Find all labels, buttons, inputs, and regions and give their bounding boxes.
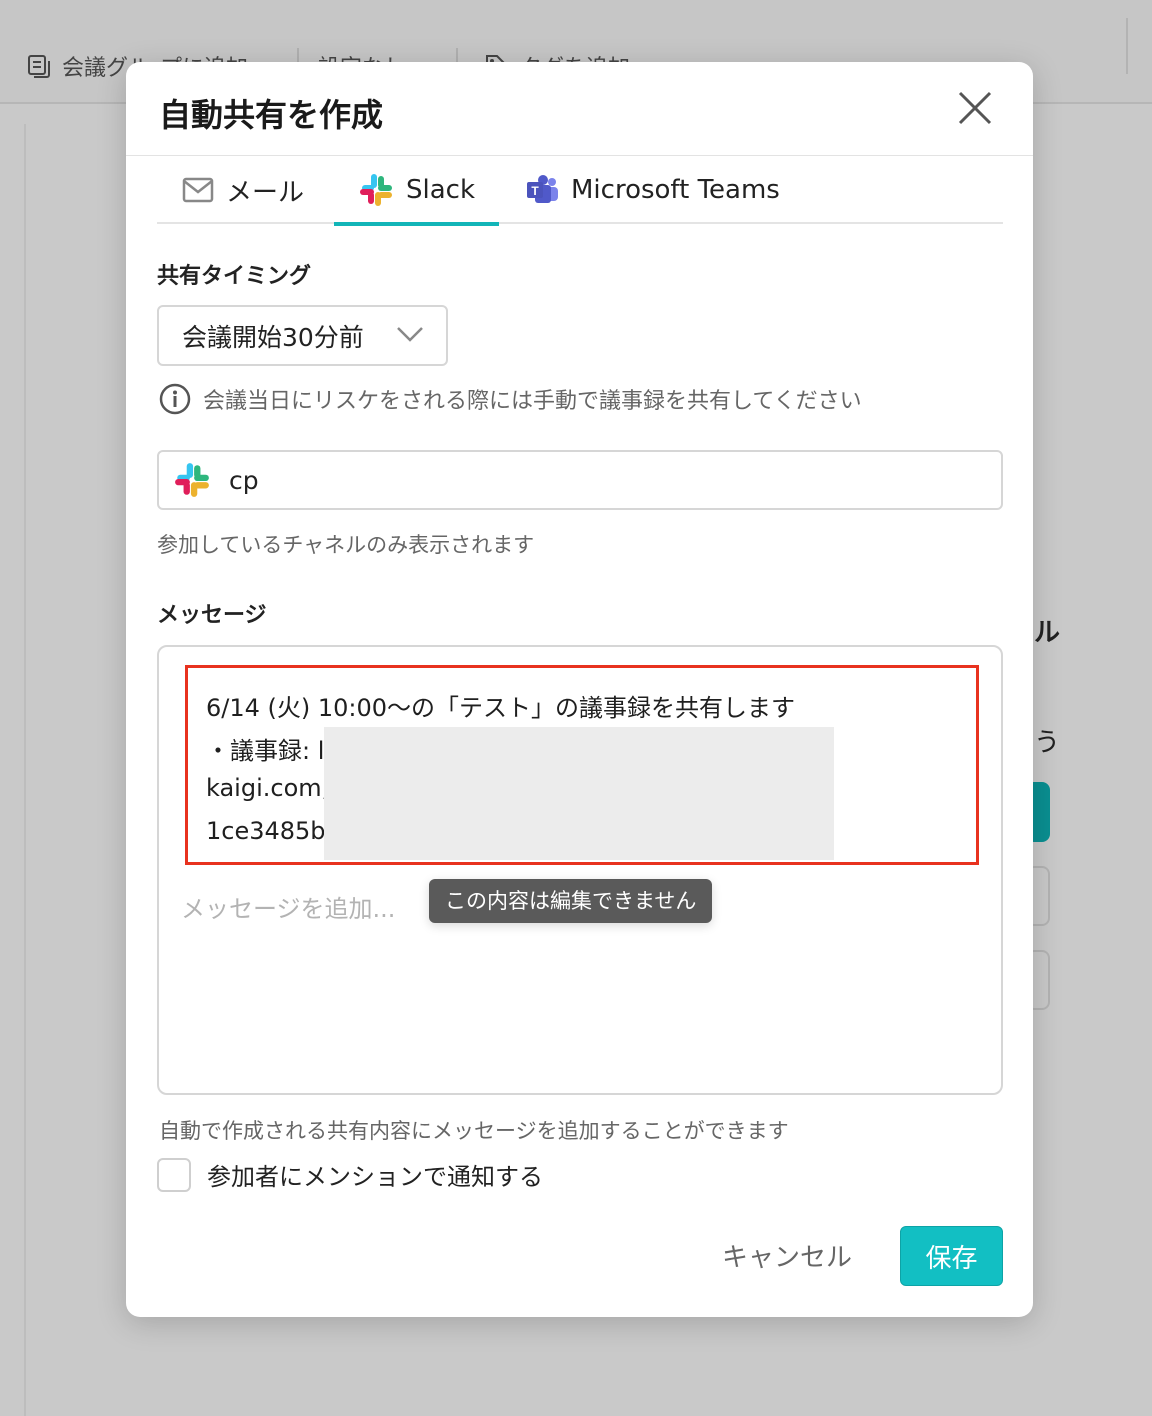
auto-content-line: ・議事録: l (206, 737, 325, 765)
tab-label: Microsoft Teams (571, 175, 780, 205)
channel-select[interactable]: cp (157, 450, 1003, 510)
copy-icon (28, 55, 50, 78)
timing-info-text: 会議当日にリスケをされる際には手動で議事録を共有してください (203, 389, 862, 414)
background-text: ル (1034, 618, 1061, 648)
mention-checkbox-row[interactable]: 参加者にメンションで通知する (157, 1157, 543, 1192)
toolbar-divider (1126, 18, 1128, 74)
timing-label: 共有タイミング (157, 264, 312, 289)
not-editable-tooltip: この内容は編集できません (429, 879, 713, 923)
mention-checkbox-label: 参加者にメンションで通知する (207, 1163, 543, 1191)
slack-icon (360, 174, 392, 206)
auto-share-modal: 自動共有を作成 メール Slack T Microsoft Teams 共有タイ… (126, 62, 1033, 1317)
modal-title: 自動共有を作成 (159, 96, 384, 134)
close-button[interactable] (957, 90, 993, 126)
message-box: 6/14 (火) 10:00〜の「テスト」の議事録を共有します ・議事録: l … (157, 645, 1003, 1095)
svg-text:T: T (531, 184, 539, 198)
message-label: メッセージ (157, 603, 267, 628)
auto-content-line: 1ce3485b (206, 817, 326, 845)
info-icon (159, 383, 191, 415)
timing-info: 会議当日にリスケをされる際には手動で議事録を共有してください (159, 383, 862, 415)
tab-label: Slack (406, 175, 476, 205)
channel-value: cp (229, 465, 259, 495)
timing-select[interactable]: 会議開始30分前 (157, 305, 448, 366)
chevron-down-icon (397, 327, 423, 342)
slack-icon (175, 463, 209, 497)
tab-mail[interactable]: メール (182, 156, 304, 224)
mail-icon (182, 177, 214, 203)
channel-hint: 参加しているチャネルのみ表示されます (157, 533, 535, 557)
auto-content-line: kaigi.com, (206, 774, 330, 802)
save-button[interactable]: 保存 (900, 1226, 1003, 1286)
message-hint: 自動で作成される共有内容にメッセージを追加することができます (159, 1119, 789, 1143)
tab-slack[interactable]: Slack (334, 156, 500, 226)
modal-header: 自動共有を作成 (126, 62, 1033, 156)
cancel-button[interactable]: キャンセル (722, 1227, 852, 1283)
tab-microsoft-teams[interactable]: T Microsoft Teams (525, 156, 780, 224)
redacted-area (324, 727, 834, 860)
auto-generated-content: 6/14 (火) 10:00〜の「テスト」の議事録を共有します ・議事録: l … (185, 665, 979, 865)
auto-content-line: 6/14 (火) 10:00〜の「テスト」の議事録を共有します (206, 694, 796, 722)
background-text: う (1034, 728, 1061, 758)
share-method-tabs: メール Slack T Microsoft Teams (157, 156, 1003, 226)
teams-icon: T (527, 175, 558, 203)
close-icon (958, 91, 992, 125)
message-input[interactable]: メッセージを追加... (181, 889, 395, 924)
tab-label: メール (226, 177, 305, 208)
mention-checkbox[interactable] (157, 1157, 191, 1192)
timing-select-value: 会議開始30分前 (182, 322, 364, 352)
